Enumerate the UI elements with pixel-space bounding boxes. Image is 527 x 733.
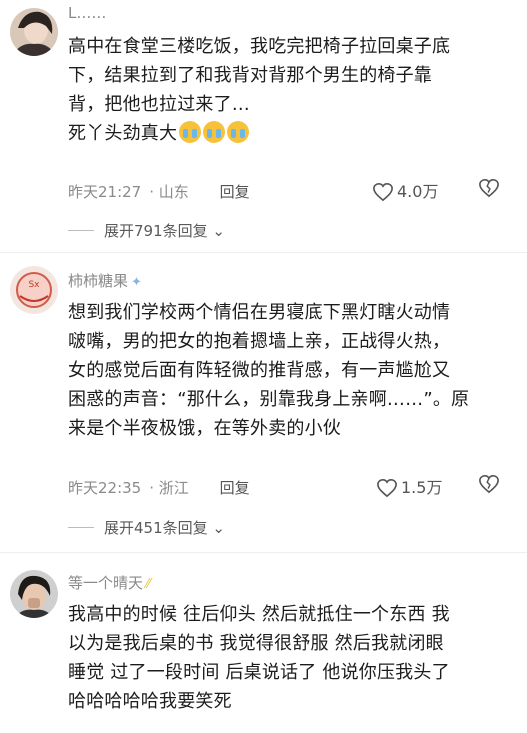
candy-icon: ✦ bbox=[131, 275, 142, 290]
expand-replies-label: 展开451条回复 bbox=[104, 519, 208, 537]
comment-line: 下，结果拉到了和我背对背那个男生的椅子靠 bbox=[68, 65, 432, 86]
comment-line: 女的感觉后面有阵轻微的推背感，有一声尴尬又 bbox=[68, 360, 451, 381]
reply-button[interactable]: 回复 bbox=[220, 183, 250, 201]
comment-line-with-emoji: 死丫头劲真大 bbox=[68, 119, 508, 148]
username-text: 柿柿糖果 bbox=[68, 272, 129, 290]
comment-line: 啵嘴，男的把女的抱着摁墙上亲，正战得火热， bbox=[68, 331, 451, 352]
avatar[interactable] bbox=[10, 8, 58, 56]
separator: · bbox=[149, 183, 155, 201]
username[interactable]: L…… bbox=[68, 4, 106, 22]
divider-dash bbox=[68, 230, 94, 231]
username-text: 等一个晴天 bbox=[68, 574, 144, 592]
comment-text: 我高中的时候 往后仰头 然后就抵住一个东西 我 以为是我后桌的书 我觉得很舒服 … bbox=[68, 600, 508, 716]
comment-line: 困惑的声音：“那什么，别靠我身上亲啊……”。原 bbox=[68, 389, 470, 410]
like-count: 4.0万 bbox=[397, 182, 439, 201]
crying-face-emoji-icon bbox=[227, 121, 250, 143]
sparkle-icon: ⁄⁄ bbox=[146, 577, 151, 592]
divider bbox=[0, 552, 527, 553]
avatar[interactable] bbox=[10, 570, 58, 618]
crying-face-emoji-icon bbox=[179, 121, 202, 143]
comment-line: 想到我们学校两个情侣在男寝底下黑灯瞎火动情 bbox=[68, 302, 451, 323]
reply-button[interactable]: 回复 bbox=[220, 479, 250, 497]
heart-icon bbox=[377, 478, 397, 498]
timestamp: 昨天21:27 bbox=[68, 183, 142, 201]
comment-line: 睡觉 过了一段时间 后桌说话了 他说你压我头了 bbox=[68, 662, 450, 683]
comment-meta: 昨天21:27 · 山东 回复 bbox=[68, 181, 250, 202]
svg-text:Sx: Sx bbox=[28, 280, 40, 290]
avatar[interactable]: Sx bbox=[10, 266, 58, 314]
timestamp: 昨天22:35 bbox=[68, 479, 142, 497]
comment-line: 来是个半夜极饿，在等外卖的小伙 bbox=[68, 418, 341, 439]
crying-face-emoji-icon bbox=[203, 121, 226, 143]
like-button[interactable]: 1.5万 bbox=[376, 474, 442, 498]
comment-line: 哈哈哈哈哈我要笑死 bbox=[68, 691, 232, 712]
like-button[interactable]: 4.0万 bbox=[372, 178, 438, 202]
separator: · bbox=[149, 479, 155, 497]
username[interactable]: 柿柿糖果 ✦ bbox=[68, 270, 142, 291]
comment-meta: 昨天22:35 · 浙江 回复 bbox=[68, 477, 250, 498]
username[interactable]: 等一个晴天 ⁄⁄ bbox=[68, 572, 150, 593]
expand-replies-label: 展开791条回复 bbox=[104, 222, 208, 240]
broken-heart-icon bbox=[479, 474, 499, 494]
comment-line: 我高中的时候 往后仰头 然后就抵住一个东西 我 bbox=[68, 604, 450, 625]
comment-line: 以为是我后桌的书 我觉得很舒服 然后我就闭眼 bbox=[68, 633, 444, 654]
chevron-down-icon: ⌄ bbox=[207, 519, 225, 537]
comment-text: 想到我们学校两个情侣在男寝底下黑灯瞎火动情 啵嘴，男的把女的抱着摁墙上亲，正战得… bbox=[68, 298, 508, 443]
location: 浙江 bbox=[158, 479, 189, 497]
expand-replies-button[interactable]: 展开791条回复 ⌄ bbox=[68, 220, 225, 241]
divider bbox=[0, 252, 527, 253]
comment-text: 高中在食堂三楼吃饭，我吃完把椅子拉回桌子底 下，结果拉到了和我背对背那个男生的椅… bbox=[68, 32, 508, 148]
dislike-button[interactable] bbox=[478, 178, 500, 202]
chevron-down-icon: ⌄ bbox=[207, 222, 225, 240]
divider-dash bbox=[68, 527, 94, 528]
comment-line: 背，把他也拉过来了… bbox=[68, 94, 250, 115]
heart-icon bbox=[373, 182, 393, 202]
comment-line: 高中在食堂三楼吃饭，我吃完把椅子拉回桌子底 bbox=[68, 36, 451, 57]
expand-replies-button[interactable]: 展开451条回复 ⌄ bbox=[68, 517, 225, 538]
like-count: 1.5万 bbox=[401, 478, 443, 497]
broken-heart-icon bbox=[479, 178, 499, 198]
dislike-button[interactable] bbox=[478, 474, 500, 498]
location: 山东 bbox=[158, 183, 189, 201]
comment-line: 死丫头劲真大 bbox=[68, 123, 178, 144]
